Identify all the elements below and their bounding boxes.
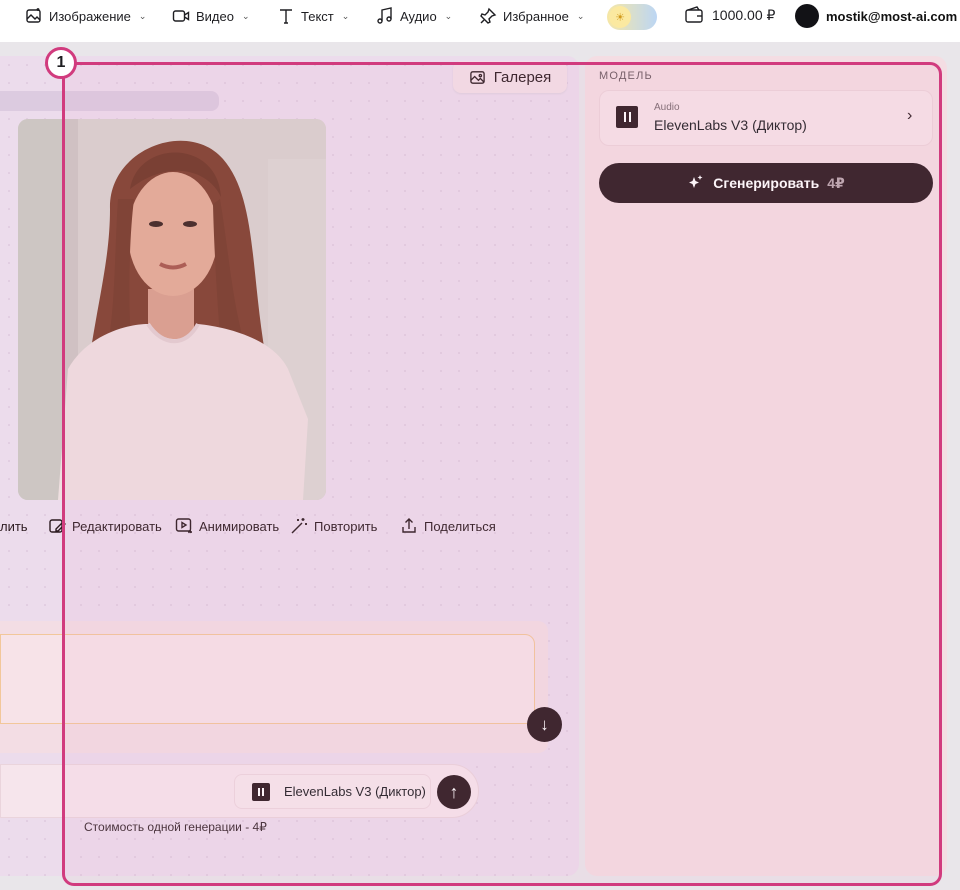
elevenlabs-logo-icon <box>252 782 270 801</box>
generate-cost: 4₽ <box>827 174 845 191</box>
animate-label: Анимировать <box>199 518 280 534</box>
delete-label: лить <box>0 518 28 534</box>
model-category: Audio <box>654 102 680 113</box>
arrow-up-icon: ↑ <box>449 781 459 802</box>
generate-label: Сгенерировать <box>713 175 820 191</box>
elevenlabs-logo-icon <box>616 106 638 128</box>
top-navbar: Изображение ⌄ Видео ⌄ Текст ⌄ Аудио ⌄ Из… <box>0 0 960 42</box>
wallet-icon <box>685 6 703 23</box>
account-menu[interactable]: mostik@most-ai.com <box>795 4 957 28</box>
arrow-down-icon: ↓ <box>540 714 549 734</box>
generate-button[interactable]: Сгенерировать 4₽ <box>599 163 933 203</box>
image-icon <box>469 70 485 84</box>
chevron-down-icon: ⌄ <box>138 10 147 21</box>
account-email: mostik@most-ai.com <box>826 8 958 24</box>
sparkles-icon <box>689 175 703 188</box>
model-section-label: МОДЕЛЬ <box>599 70 653 82</box>
animate-action[interactable]: Анимировать <box>175 517 279 535</box>
model-name: ElevenLabs V3 (Диктор) <box>654 117 807 133</box>
chevron-down-icon: ⌄ <box>341 10 350 21</box>
send-button[interactable]: ↑ <box>437 775 471 809</box>
chevron-right-icon: › <box>907 107 913 124</box>
edit-action[interactable]: Редактировать <box>48 517 162 535</box>
nav-image[interactable]: Изображение ⌄ <box>25 0 146 32</box>
annotation-badge: 1 <box>45 47 77 79</box>
sun-icon: ☀ <box>609 6 631 28</box>
generated-image[interactable] <box>18 119 326 500</box>
nav-favorites[interactable]: Избранное ⌄ <box>479 0 584 32</box>
nav-image-label: Изображение <box>49 8 131 24</box>
prompt-input[interactable] <box>0 634 535 724</box>
wallet-balance[interactable]: 1000.00 ₽ <box>684 5 775 25</box>
image-sparkle-icon <box>26 8 41 23</box>
repeat-label: Повторить <box>314 518 378 534</box>
balance-value: 1000.00 ₽ <box>712 6 776 23</box>
text-icon <box>280 9 292 24</box>
gallery-button[interactable]: Галерея <box>453 61 567 93</box>
model-selector-pill[interactable]: ElevenLabs V3 (Диктор) <box>234 774 431 809</box>
generation-cost-note: Стоимость одной генерации - 4₽ <box>84 820 267 834</box>
chevron-down-icon: ⌄ <box>241 10 250 21</box>
nav-audio[interactable]: Аудио ⌄ <box>376 0 452 32</box>
nav-text-label: Текст <box>301 8 334 24</box>
pin-icon <box>480 7 497 24</box>
share-icon <box>402 518 416 533</box>
animate-icon <box>175 518 192 534</box>
video-icon <box>172 10 190 22</box>
model-pill-label: ElevenLabs V3 (Диктор) <box>284 784 426 799</box>
nav-video-label: Видео <box>196 8 234 24</box>
share-action[interactable]: Поделиться <box>400 517 496 535</box>
nav-text[interactable]: Текст ⌄ <box>277 0 349 32</box>
repeat-action[interactable]: Повторить <box>290 517 377 535</box>
nav-favorites-label: Избранное <box>503 8 569 24</box>
chevron-down-icon: ⌄ <box>444 10 453 21</box>
magic-wand-icon <box>291 518 307 534</box>
scroll-down-button[interactable]: ↓ <box>527 707 562 742</box>
nav-audio-label: Аудио <box>400 8 437 24</box>
nav-video[interactable]: Видео ⌄ <box>172 0 250 32</box>
user-prompt-bubble <box>0 91 219 111</box>
edit-image-icon <box>49 519 66 533</box>
share-label: Поделиться <box>424 518 496 534</box>
theme-toggle[interactable]: ☀ <box>607 4 657 30</box>
delete-action[interactable]: лить <box>0 519 28 534</box>
music-note-icon <box>377 7 392 24</box>
chevron-down-icon: ⌄ <box>576 10 585 21</box>
gallery-label: Галерея <box>493 68 552 86</box>
avatar <box>795 4 819 28</box>
edit-label: Редактировать <box>72 518 162 534</box>
